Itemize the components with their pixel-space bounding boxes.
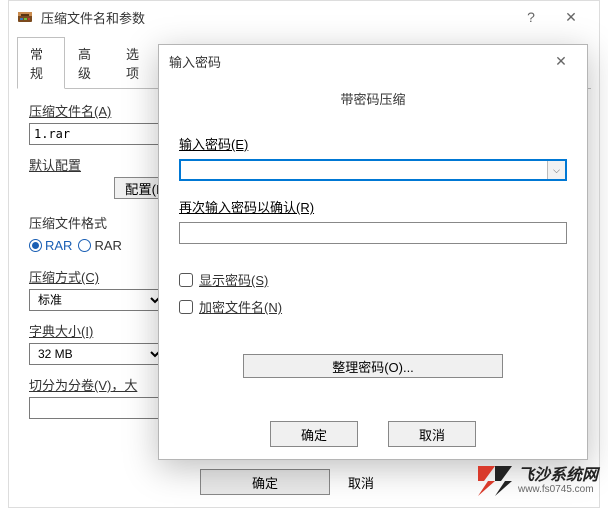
- encrypt-names-checkbox[interactable]: 加密文件名(N): [179, 297, 567, 316]
- winrar-icon: [17, 9, 33, 25]
- tab-advanced[interactable]: 高级: [65, 37, 113, 89]
- enter-password-label: 输入密码(E): [179, 134, 567, 153]
- help-button[interactable]: ?: [511, 1, 551, 33]
- chevron-down-icon[interactable]: ⌵: [547, 161, 565, 179]
- tab-general[interactable]: 常规: [17, 37, 65, 89]
- tabs: 常规 高级 选项: [9, 33, 169, 89]
- password-confirm-input[interactable]: [179, 222, 567, 244]
- modal-body: 带密码压缩 输入密码(E) ⌵ 再次输入密码以确认(R) 显示密码(S) 加密文…: [159, 77, 587, 378]
- method-select[interactable]: 标准: [29, 289, 164, 311]
- tab-options[interactable]: 选项: [113, 37, 161, 89]
- filename-input[interactable]: [29, 123, 164, 145]
- watermark-text: 飞沙系统网: [518, 467, 598, 485]
- modal-button-row: 确定 取消: [159, 421, 587, 447]
- password-input[interactable]: ⌵: [179, 159, 567, 181]
- watermark-url: www.fs0745.com: [518, 484, 598, 495]
- watermark-logo-icon: [478, 466, 512, 496]
- radio-rar-label: RAR: [45, 238, 72, 253]
- show-password-checkbox[interactable]: 显示密码(S): [179, 270, 567, 289]
- show-password-label: 显示密码(S): [199, 270, 268, 289]
- split-input[interactable]: [29, 397, 164, 419]
- close-button[interactable]: ✕: [551, 1, 591, 33]
- modal-cancel-button[interactable]: 取消: [388, 421, 476, 447]
- organize-passwords-button[interactable]: 整理密码(O)...: [243, 354, 503, 378]
- radio-dot-icon: [29, 239, 42, 252]
- close-icon[interactable]: ✕: [545, 45, 577, 77]
- modal-title: 输入密码: [169, 52, 545, 71]
- parent-cancel-button[interactable]: 取消: [348, 469, 408, 495]
- password-dialog: 输入密码 ✕ 带密码压缩 输入密码(E) ⌵ 再次输入密码以确认(R) 显示密码…: [158, 44, 588, 460]
- parent-ok-button[interactable]: 确定: [200, 469, 330, 495]
- modal-heading: 带密码压缩: [179, 89, 567, 108]
- reenter-password-label: 再次输入密码以确认(R): [179, 197, 567, 216]
- encrypt-names-label: 加密文件名(N): [199, 297, 282, 316]
- radio-rar4[interactable]: RAR: [78, 238, 121, 253]
- checkbox-icon: [179, 273, 193, 287]
- parent-titlebar: 压缩文件名和参数 ? ✕: [9, 1, 599, 33]
- modal-ok-button[interactable]: 确定: [270, 421, 358, 447]
- radio-rar[interactable]: RAR: [29, 238, 72, 253]
- watermark: 飞沙系统网 www.fs0745.com: [478, 466, 598, 496]
- radio-rar4-label: RAR: [94, 238, 121, 253]
- modal-titlebar: 输入密码 ✕: [159, 45, 587, 77]
- checkbox-icon: [179, 300, 193, 314]
- radio-dot-icon: [78, 239, 91, 252]
- dict-select[interactable]: 32 MB: [29, 343, 164, 365]
- parent-title: 压缩文件名和参数: [41, 8, 511, 27]
